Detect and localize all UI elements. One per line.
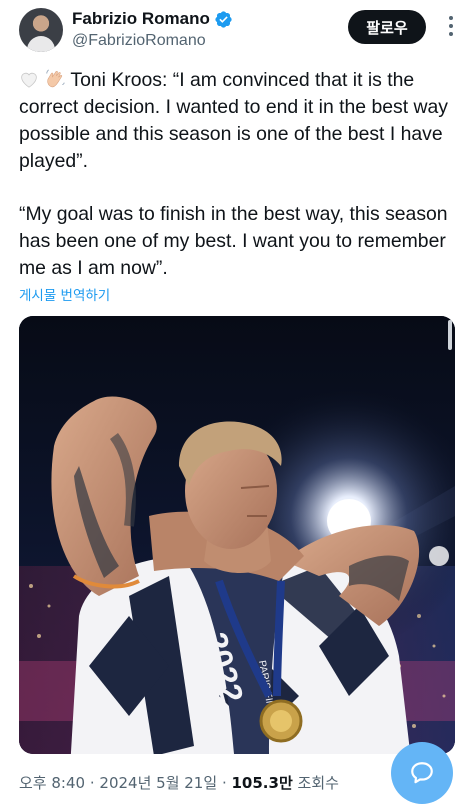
tweet-paragraph-1: Toni Kroos: “I am convinced that it is t… <box>19 67 459 175</box>
white-heart-icon <box>21 72 37 88</box>
views-label: 조회수 <box>297 774 339 792</box>
follow-button[interactable]: 팔로우 <box>348 10 426 44</box>
scrollbar[interactable] <box>448 320 452 350</box>
translate-post-link[interactable]: 게시물 번역하기 <box>19 284 110 304</box>
tweet-time[interactable]: 오후 8:40 <box>19 774 85 792</box>
more-options-icon[interactable] <box>438 12 464 40</box>
tweet-meta: 오후 8:40 · 2024년 5월 21일 · 105.3만 조회수 <box>19 772 339 793</box>
author-name-row: Fabrizio Romano <box>72 9 233 29</box>
author-handle[interactable]: @FabrizioRomano <box>72 32 206 50</box>
chat-bubble-icon <box>411 762 433 784</box>
tweet-photo[interactable]: 2022 PARIS FINAL <box>19 316 455 754</box>
tweet-paragraph-1-text: Toni Kroos: “I am convinced that it is t… <box>19 69 448 172</box>
reply-fab-button[interactable] <box>391 742 453 804</box>
avatar[interactable] <box>19 8 63 52</box>
meta-separator: · <box>89 774 95 792</box>
meta-separator: · <box>221 774 227 792</box>
player-celebration-image: 2022 PARIS FINAL <box>19 316 455 754</box>
views-count: 105.3만 <box>231 774 293 792</box>
tweet-header: Fabrizio Romano @FabrizioRomano 팔로우 <box>0 0 474 62</box>
author-name[interactable]: Fabrizio Romano <box>72 9 210 29</box>
verified-badge-icon[interactable] <box>214 10 233 29</box>
tweet-date[interactable]: 2024년 5월 21일 <box>99 774 217 792</box>
waving-hand-icon <box>46 69 66 88</box>
tweet-body: Toni Kroos: “I am convinced that it is t… <box>19 67 459 282</box>
tweet-paragraph-2: “My goal was to finish in the best way, … <box>19 203 448 279</box>
